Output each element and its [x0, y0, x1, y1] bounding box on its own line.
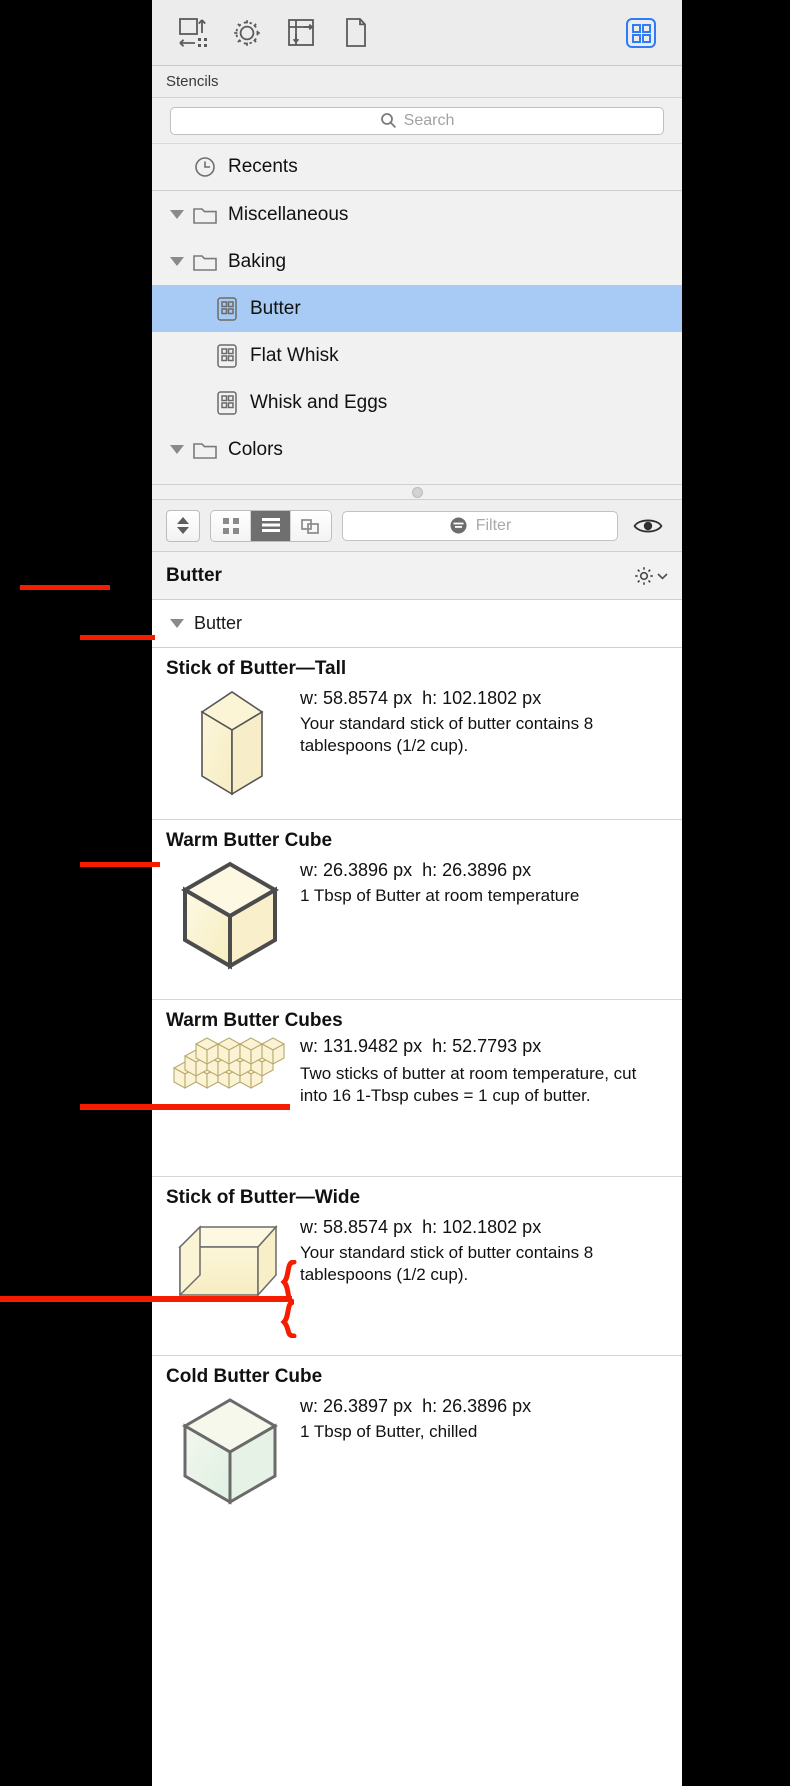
screenshot-root: Stencils Search Recents Miscellaneous Ba…: [0, 0, 790, 1786]
item-dimensions: w: 131.9482 px h: 52.7793 px: [300, 1036, 542, 1056]
item-description: Your standard stick of butter contains 8…: [300, 1243, 594, 1285]
list-item[interactable]: Stick of Butter—Wide w: 58.8574 px h: 10…: [152, 1177, 682, 1356]
item-title: Stick of Butter—Tall: [166, 658, 347, 679]
sidebar-item-butter[interactable]: Butter: [152, 285, 682, 332]
item-description: Two sticks of butter at room temperature…: [300, 1064, 637, 1106]
list-item[interactable]: Cold Butter Cube w: 26.3897 px h: 26.389…: [152, 1356, 682, 1536]
item-title: Warm Butter Cube: [166, 830, 333, 851]
sidebar-item-recents[interactable]: Recents: [152, 144, 682, 191]
sidebar-item-label: Recents: [228, 156, 298, 177]
shape-thumbnail-cube-stack[interactable]: [166, 1036, 294, 1110]
list-item[interactable]: Stick of Butter—Tall w: 58.8574 px h: 10…: [152, 648, 682, 820]
filter-input[interactable]: Filter: [342, 510, 618, 541]
canvas-size-icon[interactable]: [166, 9, 220, 57]
item-description: Your standard stick of butter contains 8…: [300, 714, 594, 756]
sidebar-item-baking[interactable]: Baking: [152, 238, 682, 285]
list-view-icon[interactable]: [251, 510, 291, 541]
sidebar-item-colors[interactable]: Colors: [152, 426, 682, 473]
stencil-icon: [210, 343, 244, 369]
chevron-down-icon[interactable]: [166, 238, 188, 285]
item-title: Cold Butter Cube: [166, 1366, 323, 1387]
panel-resize-handle[interactable]: [152, 484, 682, 500]
item-description: 1 Tbsp of Butter, chilled: [300, 1422, 478, 1441]
item-dimensions: w: 26.3897 px h: 26.3896 px: [300, 1396, 532, 1416]
list-item[interactable]: Warm Butter Cube w: 26.3896 px h: 26.389…: [152, 820, 682, 1000]
stepper-up-icon[interactable]: [177, 517, 189, 524]
item-title: Stick of Butter—Wide: [166, 1187, 361, 1208]
view-mode-segmented-control: [210, 509, 332, 542]
filter-placeholder: Filter: [475, 516, 512, 534]
chevron-down-icon: [657, 572, 668, 580]
sidebar-item-flat-whisk[interactable]: Flat Whisk: [152, 332, 682, 379]
stencils-title: Stencils: [166, 73, 219, 90]
overlap-view-icon[interactable]: [291, 510, 331, 541]
annotation-brace-description: [280, 1260, 297, 1338]
stencil-tree: Recents Miscellaneous Baking Butter Flat…: [152, 144, 682, 484]
sidebar-item-label: Miscellaneous: [228, 203, 349, 225]
item-title: Warm Butter Cubes: [166, 1010, 343, 1031]
stencil-icon: [210, 296, 244, 322]
document-icon[interactable]: [328, 9, 382, 57]
alignment-icon[interactable]: [274, 9, 328, 57]
search-icon: [380, 113, 396, 129]
folder-icon: [188, 250, 222, 274]
library-toolbar: Filter: [152, 500, 682, 552]
sidebar-item-label: Whisk and Eggs: [250, 391, 388, 413]
resize-grip-dot: [411, 486, 423, 498]
annotation-line-library-title: [20, 585, 110, 590]
sidebar-item-whisk-and-eggs[interactable]: Whisk and Eggs: [152, 379, 682, 426]
sidebar-item-label: Flat Whisk: [250, 344, 339, 366]
annotation-line-item-description: [0, 1296, 292, 1302]
stepper-down-icon[interactable]: [177, 527, 189, 534]
eye-icon[interactable]: [628, 515, 668, 537]
top-toolbar: [152, 0, 682, 66]
search-input[interactable]: Search: [170, 106, 664, 135]
item-dimensions: w: 58.8574 px h: 102.1802 px: [300, 688, 542, 708]
stencil-icon: [210, 390, 244, 416]
sidebar-item-miscellaneous[interactable]: Miscellaneous: [152, 191, 682, 238]
annotation-line-item-dimensions: [80, 1104, 290, 1110]
chevron-down-icon[interactable]: [166, 191, 188, 238]
search-placeholder: Search: [403, 111, 455, 129]
folder-icon: [188, 203, 222, 227]
search-bar: Search: [152, 98, 682, 144]
chevron-down-icon[interactable]: [166, 426, 188, 473]
stencils-title-bar: Stencils: [152, 66, 682, 98]
item-dimensions: w: 26.3896 px h: 26.3896 px: [300, 860, 532, 880]
library-item-list: Stick of Butter—Tall w: 58.8574 px h: 10…: [152, 648, 682, 1786]
inspector-panel: Stencils Search Recents Miscellaneous Ba…: [152, 0, 682, 1786]
list-item[interactable]: Warm Butter Cubes w: 131.9482 px h: 52.7…: [152, 1000, 682, 1177]
library-group-label: Butter: [194, 613, 243, 633]
clock-icon: [188, 155, 222, 179]
shape-thumbnail-wide-box[interactable]: [166, 1213, 294, 1321]
grid-view-icon[interactable]: [211, 510, 251, 541]
shape-thumbnail-cube-cold[interactable]: [166, 1392, 294, 1510]
library-title: Butter: [166, 564, 222, 586]
filter-icon: [450, 517, 467, 534]
sidebar-item-label: Colors: [228, 438, 283, 460]
sidebar-item-label: Butter: [250, 297, 301, 319]
chevron-down-icon[interactable]: [166, 600, 188, 647]
sidebar-item-label: Baking: [228, 250, 287, 272]
shape-thumbnail-tall-box[interactable]: [166, 684, 294, 802]
annotation-line-group-row: [80, 635, 155, 640]
item-description: 1 Tbsp of Butter at room temperature: [300, 886, 580, 905]
annotation-line-item-title: [80, 862, 160, 867]
item-dimensions: w: 58.8574 px h: 102.1802 px: [300, 1217, 542, 1237]
library-group-row[interactable]: Butter: [152, 600, 682, 648]
library-header: Butter: [152, 552, 682, 600]
stencils-icon[interactable]: [614, 9, 668, 57]
gear-icon: [635, 566, 653, 585]
size-stepper[interactable]: [166, 509, 200, 542]
shape-thumbnail-cube-warm[interactable]: [166, 856, 294, 974]
gear-icon[interactable]: [220, 9, 274, 57]
library-action-menu[interactable]: [633, 565, 668, 587]
folder-icon: [188, 438, 222, 462]
